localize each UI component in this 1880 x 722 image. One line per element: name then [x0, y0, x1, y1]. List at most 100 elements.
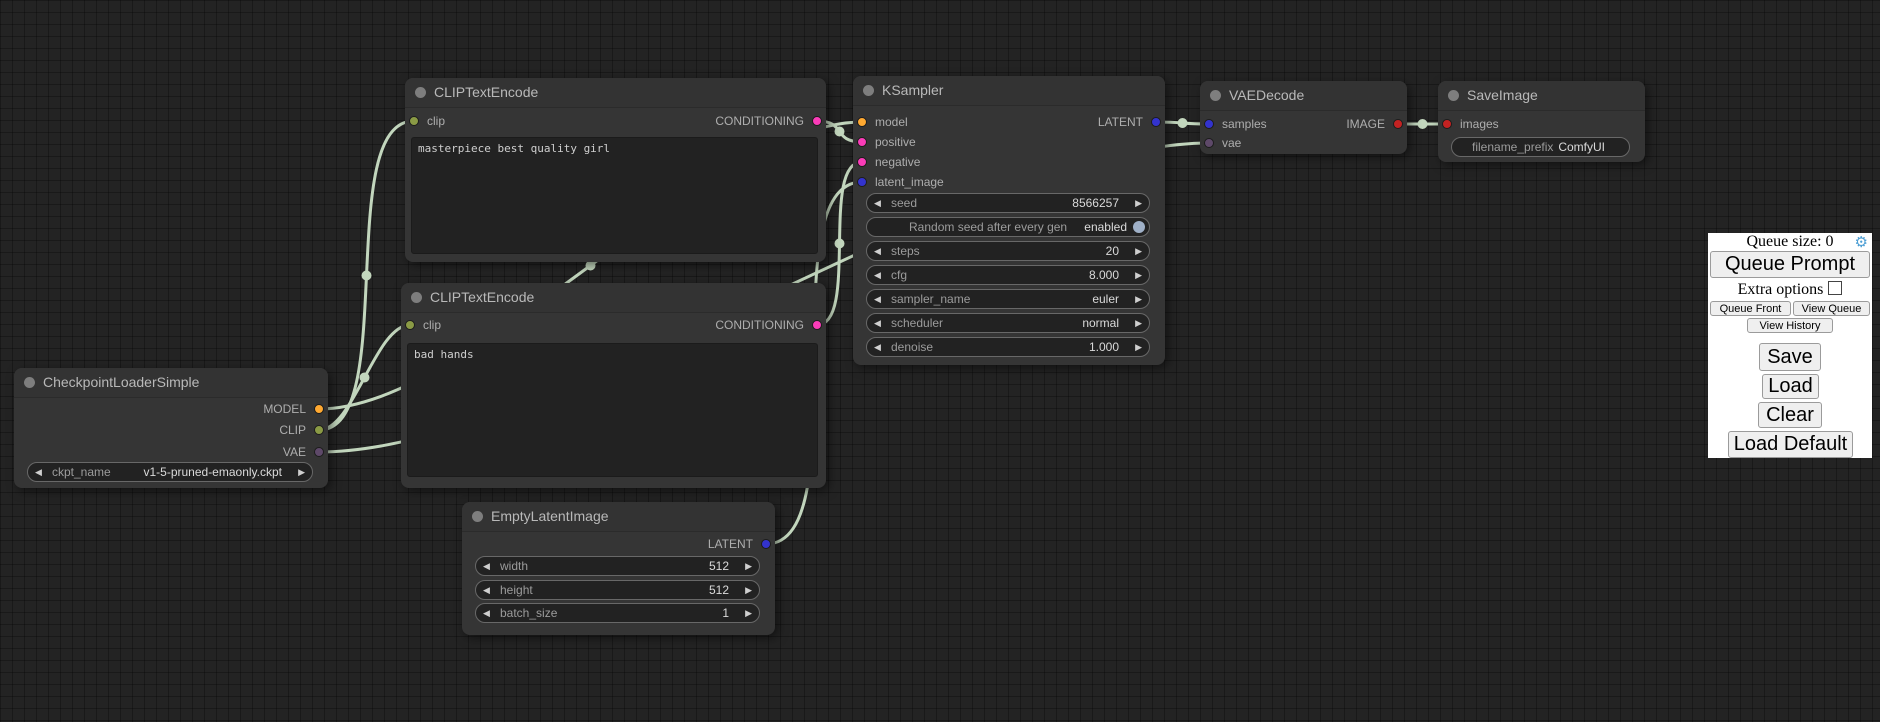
collapse-dot-icon[interactable] — [472, 511, 483, 522]
widget-value: 512 — [709, 557, 729, 575]
link-midpoint-dot[interactable] — [586, 261, 596, 271]
decrement-arrow-icon[interactable]: ◀ — [874, 242, 881, 260]
collapse-dot-icon[interactable] — [863, 85, 874, 96]
node-clip_negative[interactable]: CLIPTextEncodeclipCONDITIONINGbad hands — [401, 283, 826, 488]
input-label-vae: vae — [1222, 136, 1241, 150]
widget-value: v1-5-pruned-emaonly.ckpt — [143, 463, 282, 481]
node-ksampler[interactable]: KSamplermodelpositivenegativelatent_imag… — [853, 76, 1165, 365]
view-history-button[interactable]: View History — [1747, 318, 1833, 333]
extra-options-checkbox[interactable] — [1828, 281, 1842, 295]
load-default-button[interactable]: Load Default — [1728, 431, 1853, 458]
link-midpoint-dot[interactable] — [360, 373, 370, 383]
decrement-arrow-icon[interactable]: ◀ — [483, 604, 490, 622]
collapse-dot-icon[interactable] — [1210, 90, 1221, 101]
input-label-samples: samples — [1222, 117, 1267, 131]
node-checkpoint[interactable]: CheckpointLoaderSimpleMODELCLIPVAE◀▶ckpt… — [14, 368, 328, 488]
decrement-arrow-icon[interactable]: ◀ — [35, 463, 42, 481]
decrement-arrow-icon[interactable]: ◀ — [874, 266, 881, 284]
increment-arrow-icon[interactable]: ▶ — [745, 581, 752, 599]
node-title: VAEDecode — [1229, 81, 1304, 110]
input-port-samples[interactable] — [1204, 119, 1214, 129]
extra-options-label: Extra options — [1738, 281, 1824, 298]
link-midpoint-dot[interactable] — [1418, 119, 1428, 129]
increment-arrow-icon[interactable]: ▶ — [745, 604, 752, 622]
collapse-dot-icon[interactable] — [411, 292, 422, 303]
output-port-LATENT[interactable] — [761, 539, 771, 549]
widget-random-seed-after-every-gen[interactable]: Random seed after every genenabled — [866, 217, 1150, 237]
widget-label: Random seed after every gen — [909, 218, 1067, 236]
input-port-positive[interactable] — [857, 137, 867, 147]
widget-seed[interactable]: ◀▶seed8566257 — [866, 193, 1150, 213]
increment-arrow-icon[interactable]: ▶ — [1135, 314, 1142, 332]
node-title-bar: CLIPTextEncode — [401, 283, 826, 313]
prompt-textarea[interactable]: masterpiece best quality girl — [411, 137, 818, 254]
input-port-latent_image[interactable] — [857, 177, 867, 187]
decrement-arrow-icon[interactable]: ◀ — [874, 290, 881, 308]
clear-button[interactable]: Clear — [1758, 402, 1822, 428]
node-clip_positive[interactable]: CLIPTextEncodeclipCONDITIONINGmasterpiec… — [405, 78, 826, 262]
increment-arrow-icon[interactable]: ▶ — [1135, 290, 1142, 308]
output-port-VAE[interactable] — [314, 447, 324, 457]
node-empty_latent[interactable]: EmptyLatentImageLATENT◀▶width512◀▶height… — [462, 502, 775, 635]
widget-value: normal — [1082, 314, 1119, 332]
link-midpoint-dot[interactable] — [362, 271, 372, 281]
input-port-model[interactable] — [857, 117, 867, 127]
widget-steps[interactable]: ◀▶steps20 — [866, 241, 1150, 261]
increment-arrow-icon[interactable]: ▶ — [298, 463, 305, 481]
output-port-CLIP[interactable] — [314, 425, 324, 435]
decrement-arrow-icon[interactable]: ◀ — [874, 338, 881, 356]
output-port-CONDITIONING[interactable] — [812, 320, 822, 330]
output-port-IMAGE[interactable] — [1393, 119, 1403, 129]
queue-prompt-button[interactable]: Queue Prompt — [1710, 251, 1870, 278]
output-port-CONDITIONING[interactable] — [812, 116, 822, 126]
input-port-vae[interactable] — [1204, 138, 1214, 148]
decrement-arrow-icon[interactable]: ◀ — [483, 557, 490, 575]
collapse-dot-icon[interactable] — [24, 377, 35, 388]
prompt-textarea[interactable]: bad hands — [407, 343, 818, 477]
widget-scheduler[interactable]: ◀▶schedulernormal — [866, 313, 1150, 333]
input-port-negative[interactable] — [857, 157, 867, 167]
widget-cfg[interactable]: ◀▶cfg8.000 — [866, 265, 1150, 285]
queue-front-button[interactable]: Queue Front — [1710, 301, 1791, 316]
widget-label: steps — [891, 242, 920, 260]
widget-sampler_name[interactable]: ◀▶sampler_nameeuler — [866, 289, 1150, 309]
view-queue-button[interactable]: View Queue — [1793, 301, 1870, 316]
output-label-IMAGE: IMAGE — [1346, 117, 1385, 131]
increment-arrow-icon[interactable]: ▶ — [1135, 242, 1142, 260]
widget-batch_size[interactable]: ◀▶batch_size1 — [475, 603, 760, 623]
link-midpoint-dot[interactable] — [835, 239, 845, 249]
widget-value: 1.000 — [1089, 338, 1119, 356]
link-midpoint-dot[interactable] — [835, 127, 845, 137]
increment-arrow-icon[interactable]: ▶ — [1135, 338, 1142, 356]
toggle-dot-icon[interactable] — [1133, 221, 1145, 233]
settings-gear-icon[interactable]: ⚙ — [1855, 233, 1868, 251]
widget-filename_prefix[interactable]: filename_prefixComfyUI — [1451, 137, 1630, 157]
increment-arrow-icon[interactable]: ▶ — [1135, 266, 1142, 284]
decrement-arrow-icon[interactable]: ◀ — [874, 314, 881, 332]
increment-arrow-icon[interactable]: ▶ — [1135, 194, 1142, 212]
load-button[interactable]: Load — [1762, 374, 1819, 399]
decrement-arrow-icon[interactable]: ◀ — [874, 194, 881, 212]
output-port-LATENT[interactable] — [1151, 117, 1161, 127]
collapse-dot-icon[interactable] — [415, 87, 426, 98]
widget-width[interactable]: ◀▶width512 — [475, 556, 760, 576]
input-port-clip[interactable] — [409, 116, 419, 126]
link-midpoint-dot[interactable] — [1178, 118, 1188, 128]
comfyui-canvas[interactable]: CheckpointLoaderSimpleMODELCLIPVAE◀▶ckpt… — [0, 0, 1880, 722]
widget-value: euler — [1092, 290, 1119, 308]
increment-arrow-icon[interactable]: ▶ — [745, 557, 752, 575]
decrement-arrow-icon[interactable]: ◀ — [483, 581, 490, 599]
input-label-negative: negative — [875, 155, 920, 169]
node-vae_decode[interactable]: VAEDecode samples vae IMAGE — [1200, 81, 1407, 154]
output-port-MODEL[interactable] — [314, 404, 324, 414]
widget-height[interactable]: ◀▶height512 — [475, 580, 760, 600]
widget-ckpt_name[interactable]: ◀▶ckpt_namev1-5-pruned-emaonly.ckpt — [27, 462, 313, 482]
node-save_image[interactable]: SaveImageimagesfilename_prefixComfyUI — [1438, 81, 1645, 162]
widget-denoise[interactable]: ◀▶denoise1.000 — [866, 337, 1150, 357]
save-button[interactable]: Save — [1759, 343, 1821, 371]
input-port-clip[interactable] — [405, 320, 415, 330]
input-port-images[interactable] — [1442, 119, 1452, 129]
collapse-dot-icon[interactable] — [1448, 90, 1459, 101]
output-label-MODEL: MODEL — [263, 402, 306, 416]
widget-label: height — [500, 581, 533, 599]
